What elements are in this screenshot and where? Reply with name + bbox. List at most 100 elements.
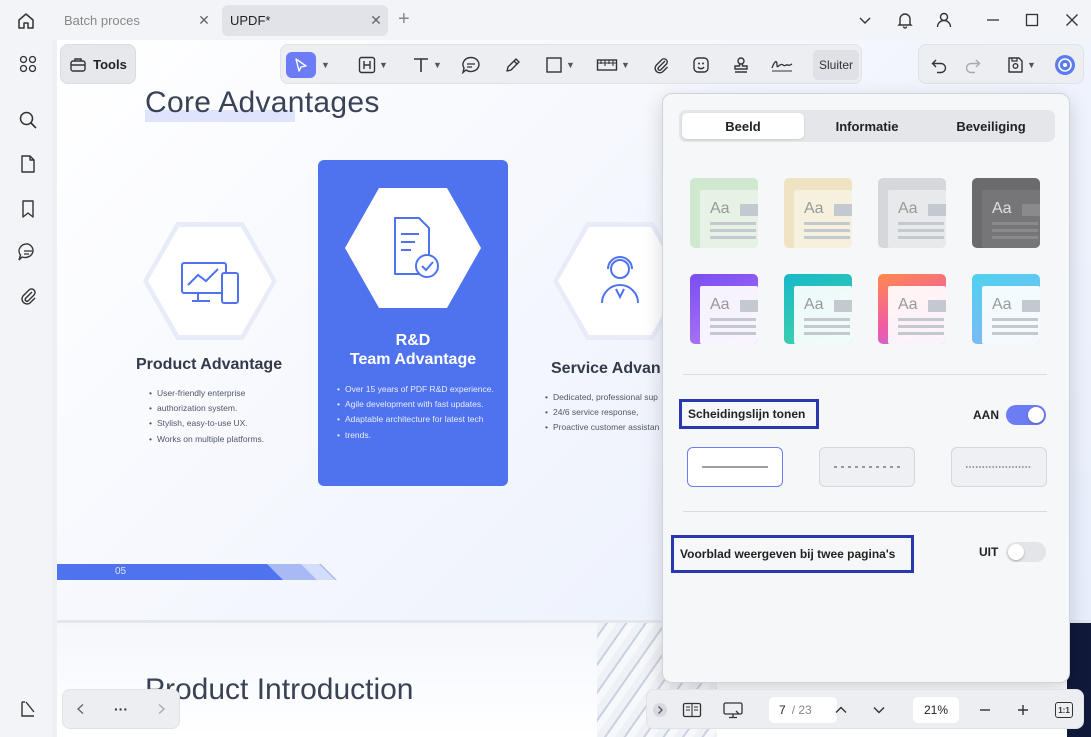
close-window-icon[interactable] <box>1060 8 1084 32</box>
redo-button[interactable] <box>961 52 985 78</box>
status-bar: 7 / 23 21% 1:1 <box>646 689 1084 729</box>
previous-page-icon[interactable] <box>831 698 851 722</box>
zoom-in-icon[interactable] <box>1013 698 1033 722</box>
close-tab-icon[interactable]: ✕ <box>192 12 216 29</box>
theme-image-placeholder <box>834 204 852 216</box>
theme-text-line <box>898 332 944 335</box>
theme-green[interactable]: Aa <box>690 178 758 248</box>
theme-sky[interactable]: Aa <box>972 274 1040 344</box>
line-style-dashed[interactable] <box>819 447 915 487</box>
theme-page <box>982 190 1040 248</box>
tab-updf[interactable]: UPDF* ✕ <box>222 5 388 36</box>
theme-image-placeholder <box>928 300 946 312</box>
add-tab-button[interactable]: + <box>398 9 410 29</box>
tab-informatie[interactable]: Informatie <box>806 113 928 139</box>
select-tool-button[interactable] <box>286 52 316 78</box>
bullet: Agile development with fast updates. <box>337 397 494 412</box>
user-icon[interactable] <box>932 8 956 32</box>
left-sidebar <box>0 40 52 737</box>
close-tab-icon[interactable]: ✕ <box>364 12 388 29</box>
theme-text-line <box>898 325 944 328</box>
theme-page <box>888 286 946 344</box>
collapse-icon[interactable] <box>651 698 669 722</box>
select-tool-caret[interactable]: ▼ <box>317 52 331 78</box>
ai-assistant-button[interactable] <box>1053 52 1077 78</box>
current-page-input[interactable]: 7 <box>779 703 786 717</box>
page-icon[interactable] <box>14 150 42 178</box>
chevron-down-icon: ▼ <box>433 60 442 70</box>
redo-icon <box>965 59 981 74</box>
save-icon <box>1008 57 1023 73</box>
theme-purple[interactable]: Aa <box>690 274 758 344</box>
bullet-cont: authorization system. <box>149 401 264 416</box>
cover-page-label: Voorblad weergeven bij twee pagina's <box>671 535 914 573</box>
theme-image-placeholder <box>834 300 852 312</box>
bell-icon[interactable] <box>893 8 917 32</box>
theme-gray[interactable]: Aa <box>878 178 946 248</box>
undo-button[interactable] <box>927 52 951 78</box>
actual-size-button[interactable]: 1:1 <box>1053 698 1075 722</box>
cover-page-toggle[interactable] <box>1006 542 1046 562</box>
search-icon[interactable] <box>14 106 42 134</box>
chevron-down-icon: ▼ <box>1027 60 1036 70</box>
theme-image-placeholder <box>1022 300 1040 312</box>
theme-dark[interactable]: Aa <box>972 178 1040 248</box>
comment-icon[interactable] <box>14 238 42 266</box>
pen-tool-button[interactable] <box>501 52 525 78</box>
zoom-level[interactable]: 21% <box>913 697 959 723</box>
bullet: Dedicated, professional sup <box>545 390 659 405</box>
attach-tool-button[interactable] <box>649 52 673 78</box>
zoom-out-icon[interactable] <box>975 698 995 722</box>
shape-tool-button[interactable]: ▼ <box>541 52 579 78</box>
text-tool-button[interactable]: ▼ <box>407 52 447 78</box>
signature-tool-button[interactable] <box>767 52 797 78</box>
card-title-line2: Team Advantage <box>349 351 477 368</box>
card-title: Product Advantage <box>136 356 283 373</box>
line-style-solid[interactable] <box>687 447 783 487</box>
theme-image-placeholder <box>740 300 758 312</box>
chevron-down-icon[interactable] <box>853 8 877 32</box>
theme-text-line <box>992 318 1038 321</box>
minimize-icon[interactable] <box>981 8 1005 32</box>
theme-text-line <box>898 229 944 232</box>
previous-icon[interactable] <box>71 699 91 719</box>
theme-pink-orange[interactable]: Aa <box>878 274 946 344</box>
page-layout-icon[interactable] <box>681 698 703 722</box>
title-bar: Batch proces ✕ UPDF* ✕ + <box>0 0 1091 40</box>
sticker-tool-button[interactable] <box>689 52 713 78</box>
close-tool-button[interactable]: Sluiter <box>813 50 859 80</box>
theme-text-line <box>710 332 756 335</box>
card-bullets: User-friendly enterprise authorization s… <box>149 386 264 447</box>
tab-beveiliging[interactable]: Beveiliging <box>930 113 1052 139</box>
page-indicator[interactable]: 7 / 23 <box>769 697 837 723</box>
theme-text-line <box>710 236 756 239</box>
theme-page <box>982 286 1040 344</box>
next-icon[interactable] <box>151 699 171 719</box>
maximize-icon[interactable] <box>1020 8 1044 32</box>
theme-text-line <box>804 332 850 335</box>
show-divider-toggle[interactable] <box>1006 405 1046 425</box>
bullet: User-friendly enterprise <box>149 386 264 401</box>
theme-teal[interactable]: Aa <box>784 274 852 344</box>
stamp-tool-button[interactable] <box>729 52 753 78</box>
presentation-icon[interactable] <box>721 698 745 722</box>
save-button[interactable]: ▼ <box>1003 52 1039 78</box>
layers-icon[interactable] <box>16 697 40 721</box>
line-style-dotted[interactable] <box>951 447 1047 487</box>
theme-page <box>794 286 852 344</box>
tools-button[interactable]: Tools <box>60 44 136 84</box>
thumbnails-icon[interactable] <box>14 50 42 78</box>
bookmark-icon[interactable] <box>14 195 42 223</box>
highlight-tool-button[interactable]: ▼ <box>353 52 393 78</box>
theme-sample-text: Aa <box>992 200 1012 217</box>
theme-sample-text: Aa <box>710 200 730 217</box>
tab-batch-process[interactable]: Batch proces ✕ <box>56 5 216 36</box>
more-button[interactable]: ··· <box>111 699 131 719</box>
comment-tool-button[interactable] <box>459 52 483 78</box>
measure-tool-button[interactable]: ▼ <box>593 52 633 78</box>
tab-beeld[interactable]: Beeld <box>682 113 804 139</box>
theme-beige[interactable]: Aa <box>784 178 852 248</box>
next-page-icon[interactable] <box>869 698 889 722</box>
home-icon[interactable] <box>14 9 38 33</box>
attachment-icon[interactable] <box>14 282 42 310</box>
